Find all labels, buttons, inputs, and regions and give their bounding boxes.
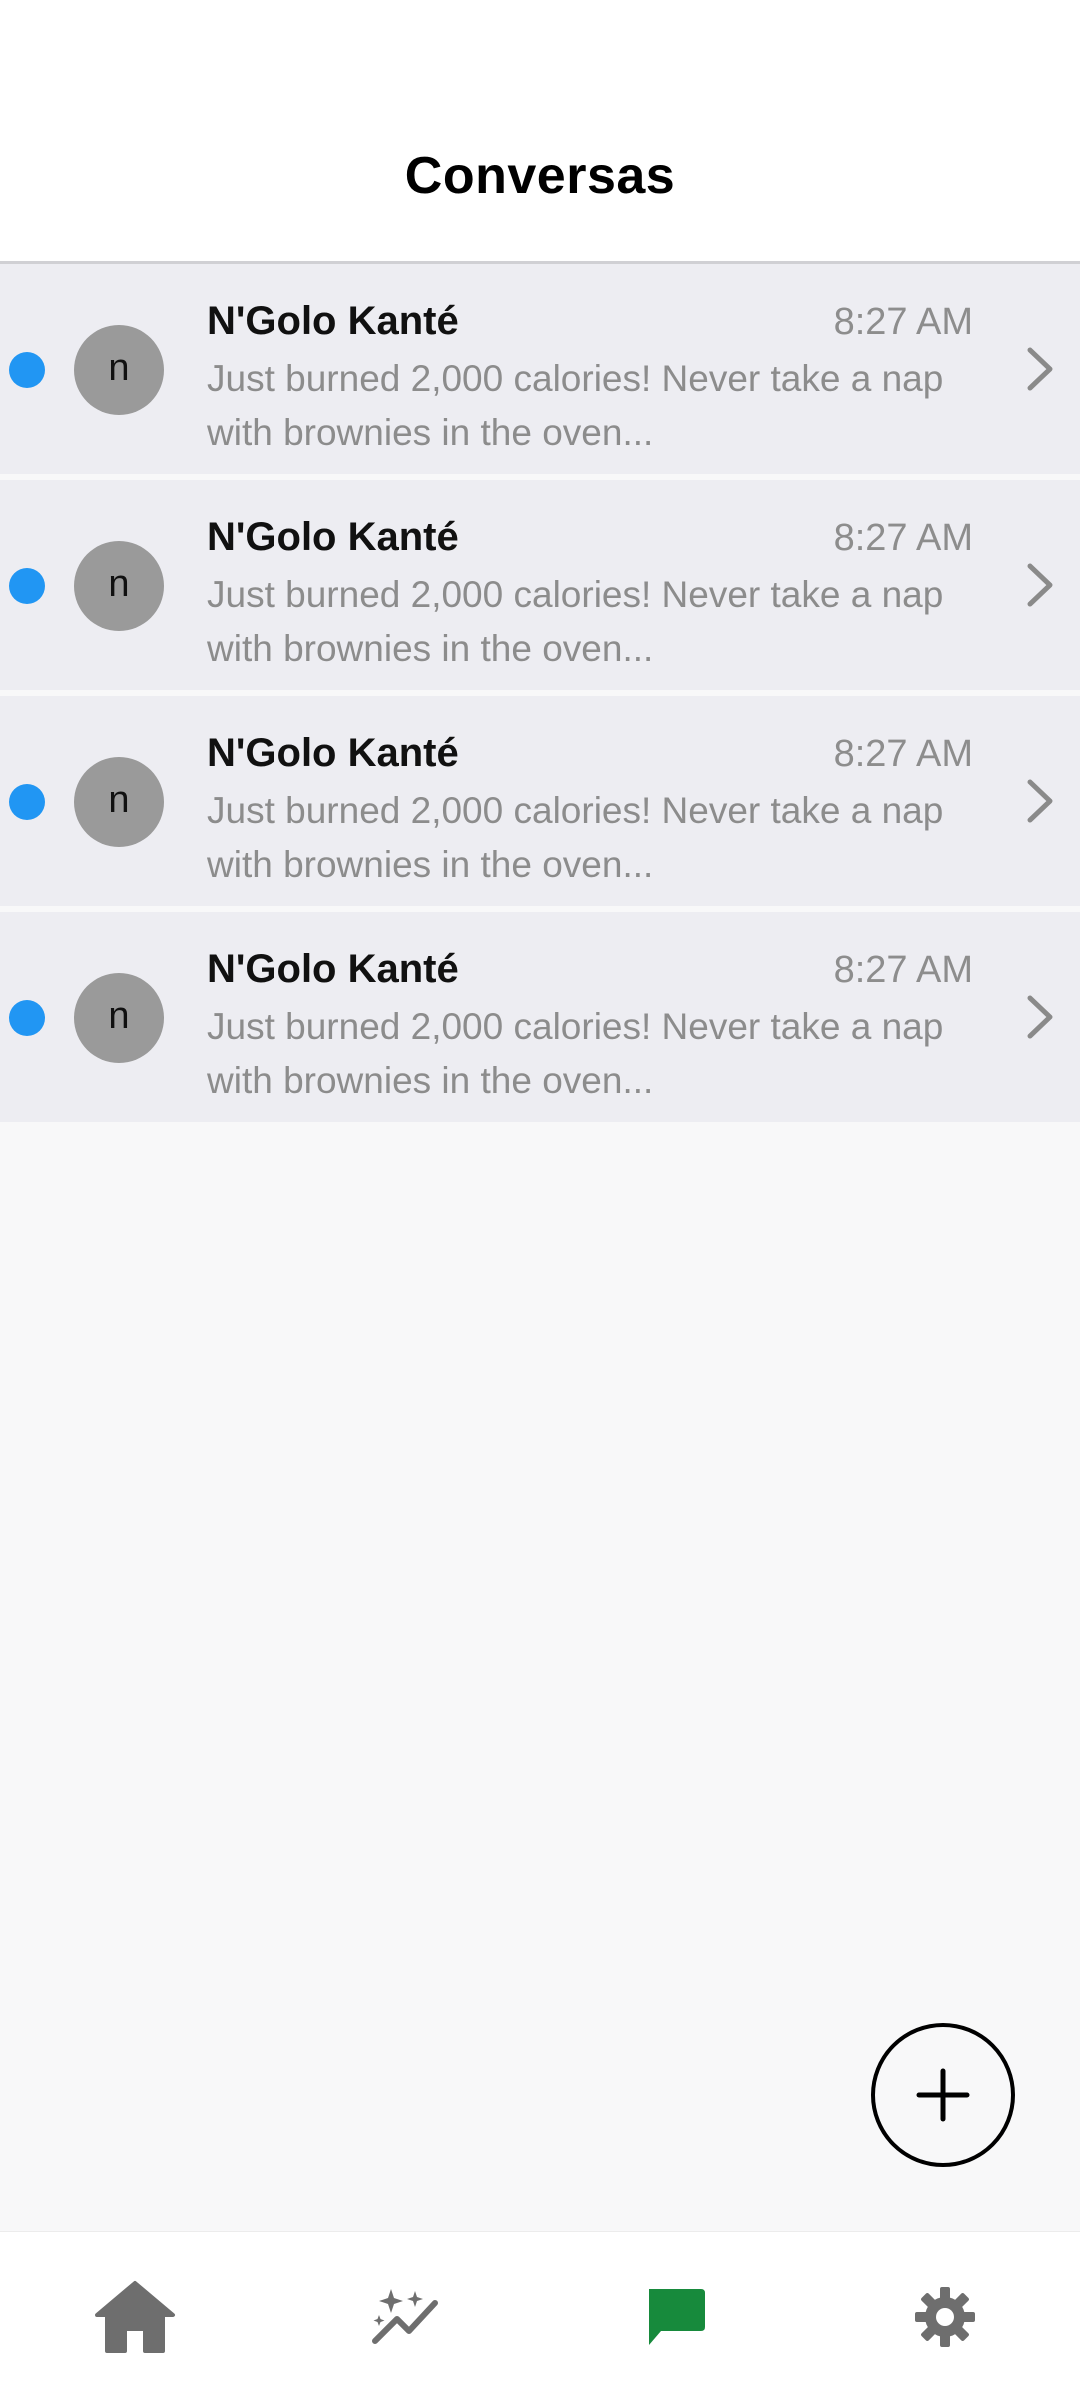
conversation-item[interactable]: n N'Golo Kanté 8:27 AM Just burned 2,000…	[0, 912, 1080, 1122]
chevron-right-icon	[1027, 779, 1053, 823]
message-preview: Just burned 2,000 calories! Never take a…	[207, 790, 944, 885]
avatar: n	[74, 325, 164, 415]
avatar: n	[74, 973, 164, 1063]
plus-icon	[916, 2068, 970, 2122]
unread-indicator	[9, 568, 45, 604]
contact-name: N'Golo Kanté	[207, 515, 459, 559]
nav-settings[interactable]	[810, 2232, 1080, 2401]
bottom-navigation	[0, 2231, 1080, 2401]
message-time: 8:27 AM	[833, 301, 973, 343]
conversation-item[interactable]: n N'Golo Kanté 8:27 AM Just burned 2,000…	[0, 480, 1080, 690]
conversation-list: n N'Golo Kanté 8:27 AM Just burned 2,000…	[0, 264, 1080, 1122]
chevron-right-icon	[1027, 995, 1053, 1039]
unread-indicator	[9, 1000, 45, 1036]
message-preview: Just burned 2,000 calories! Never take a…	[207, 358, 944, 453]
avatar: n	[74, 757, 164, 847]
avatar: n	[74, 541, 164, 631]
message-preview: Just burned 2,000 calories! Never take a…	[207, 1006, 944, 1101]
nav-conversations[interactable]	[540, 2232, 810, 2401]
contact-name: N'Golo Kanté	[207, 947, 459, 991]
chat-icon	[649, 2288, 705, 2345]
new-conversation-button[interactable]	[871, 2023, 1015, 2167]
unread-indicator	[9, 784, 45, 820]
unread-indicator	[9, 352, 45, 388]
message-time: 8:27 AM	[833, 949, 973, 991]
home-icon	[95, 2280, 175, 2353]
chevron-right-icon	[1027, 563, 1053, 607]
nav-insights[interactable]	[270, 2232, 540, 2401]
message-preview: Just burned 2,000 calories! Never take a…	[207, 574, 944, 669]
message-time: 8:27 AM	[833, 517, 973, 559]
nav-home[interactable]	[0, 2232, 270, 2401]
conversation-item[interactable]: n N'Golo Kanté 8:27 AM Just burned 2,000…	[0, 264, 1080, 474]
message-time: 8:27 AM	[833, 733, 973, 775]
chevron-right-icon	[1027, 347, 1053, 391]
contact-name: N'Golo Kanté	[207, 731, 459, 775]
gear-icon	[915, 2286, 975, 2347]
app-header: Conversas	[0, 0, 1080, 264]
conversation-item[interactable]: n N'Golo Kanté 8:27 AM Just burned 2,000…	[0, 696, 1080, 906]
contact-name: N'Golo Kanté	[207, 299, 459, 343]
page-title: Conversas	[404, 147, 676, 205]
sparkles-chart-icon	[372, 2288, 438, 2344]
